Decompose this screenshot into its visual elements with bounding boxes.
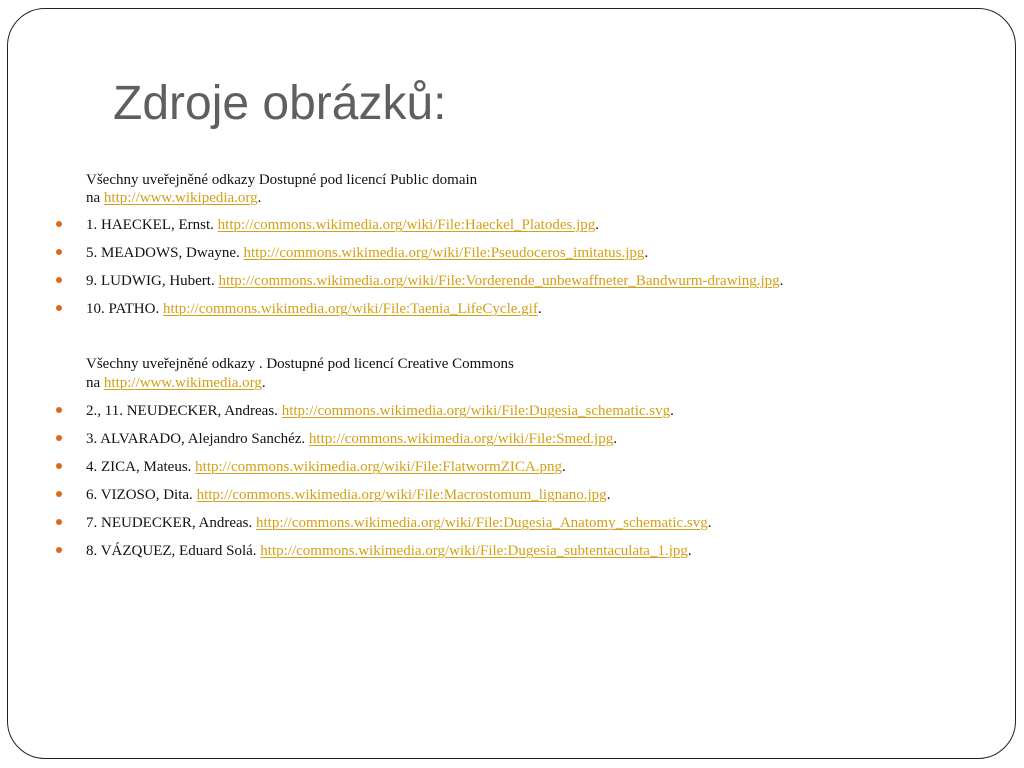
source-item-link[interactable]: http://commons.wikimedia.org/wiki/File:D… <box>282 403 670 419</box>
source-item: 9. LUDWIG, Hubert. http://commons.wikime… <box>86 273 783 290</box>
source-item-text: 1. HAECKEL, Ernst. <box>86 217 218 233</box>
source-item: 6. VIZOSO, Dita. http://commons.wikimedi… <box>86 487 610 504</box>
bullet-icon <box>56 407 62 413</box>
source-item: 3. ALVARADO, Alejandro Sanchéz. http://c… <box>86 431 617 448</box>
section2-intro-suffix: . <box>261 375 266 391</box>
source-item-link[interactable]: http://commons.wikimedia.org/wiki/File:S… <box>309 431 613 447</box>
source-item-link[interactable]: http://commons.wikimedia.org/wiki/File:D… <box>260 543 688 559</box>
bullet-icon <box>56 277 62 283</box>
source-item: 2., 11. NEUDECKER, Andreas. http://commo… <box>86 403 674 420</box>
source-item-text: 8. VÁZQUEZ, Eduard Solá. <box>86 543 261 559</box>
source-item-text: 7. NEUDECKER, Andreas. <box>86 515 256 531</box>
source-item-suffix: . <box>644 245 649 261</box>
source-item-link[interactable]: http://commons.wikimedia.org/wiki/File:V… <box>218 273 779 289</box>
source-item: 1. HAECKEL, Ernst. http://commons.wikime… <box>86 217 599 234</box>
bullet-icon <box>56 547 62 553</box>
source-item: 10. PATHO. http://commons.wikimedia.org/… <box>86 301 542 318</box>
section2-intro-link[interactable]: http://www.wikimedia.org <box>104 375 262 391</box>
section1-intro-line1: Všechny uveřejněné odkazy Dostupné pod l… <box>86 172 478 188</box>
bullet-icon <box>56 491 62 497</box>
source-item: 8. VÁZQUEZ, Eduard Solá. http://commons.… <box>86 543 692 560</box>
source-item-text: 2., 11. NEUDECKER, Andreas. <box>86 403 282 419</box>
source-item-text: 3. ALVARADO, Alejandro Sanchéz. <box>86 431 309 447</box>
source-item-suffix: . <box>707 515 712 531</box>
section1-intro-line2: na http://www.wikipedia.org. <box>86 190 261 207</box>
slide-title: Zdroje obrázků: <box>113 77 447 130</box>
source-item-suffix: . <box>537 301 542 317</box>
section1-intro-suffix: . <box>257 190 262 206</box>
source-item-link[interactable]: http://commons.wikimedia.org/wiki/File:D… <box>256 515 708 531</box>
source-item-suffix: . <box>613 431 617 447</box>
section2-intro-line2: na http://www.wikimedia.org. <box>86 375 266 392</box>
source-item-link[interactable]: http://commons.wikimedia.org/wiki/File:H… <box>218 217 596 233</box>
source-item-link[interactable]: http://commons.wikimedia.org/wiki/File:M… <box>197 487 607 503</box>
source-item-suffix: . <box>779 273 784 289</box>
section1-intro-link[interactable]: http://www.wikipedia.org <box>104 190 258 206</box>
source-item-link[interactable]: http://commons.wikimedia.org/wiki/File:F… <box>195 459 562 475</box>
source-item-suffix: . <box>561 459 566 475</box>
source-item-text: 6. VIZOSO, Dita. <box>86 487 197 503</box>
source-item-suffix: . <box>595 217 599 233</box>
section2-intro-line1: Všechny uveřejněné odkazy . Dostupné pod… <box>86 356 514 372</box>
bullet-icon <box>56 435 62 441</box>
source-item-link[interactable]: http://commons.wikimedia.org/wiki/File:T… <box>163 301 538 317</box>
source-item: 4. ZICA, Mateus. http://commons.wikimedi… <box>86 459 566 476</box>
bullet-icon <box>56 305 62 311</box>
source-item-suffix: . <box>670 403 674 419</box>
source-item-text: 5. MEADOWS, Dwayne. <box>86 245 244 261</box>
bullet-icon <box>56 519 62 525</box>
source-item-suffix: . <box>687 543 692 559</box>
source-item: 5. MEADOWS, Dwayne. http://commons.wikim… <box>86 245 648 262</box>
source-item-text: 4. ZICA, Mateus. <box>86 459 196 475</box>
bullet-icon <box>56 249 62 255</box>
source-item-text: 9. LUDWIG, Hubert. <box>86 273 219 289</box>
source-item-text: 10. PATHO. <box>86 301 163 317</box>
bullet-icon <box>56 221 62 227</box>
source-item-suffix: . <box>606 487 611 503</box>
source-item: 7. NEUDECKER, Andreas. http://commons.wi… <box>86 515 712 532</box>
section1-intro-prefix: na <box>86 190 101 206</box>
bullet-icon <box>56 463 62 469</box>
section2-intro-prefix: na <box>86 375 101 391</box>
source-item-link[interactable]: http://commons.wikimedia.org/wiki/File:P… <box>243 245 644 261</box>
